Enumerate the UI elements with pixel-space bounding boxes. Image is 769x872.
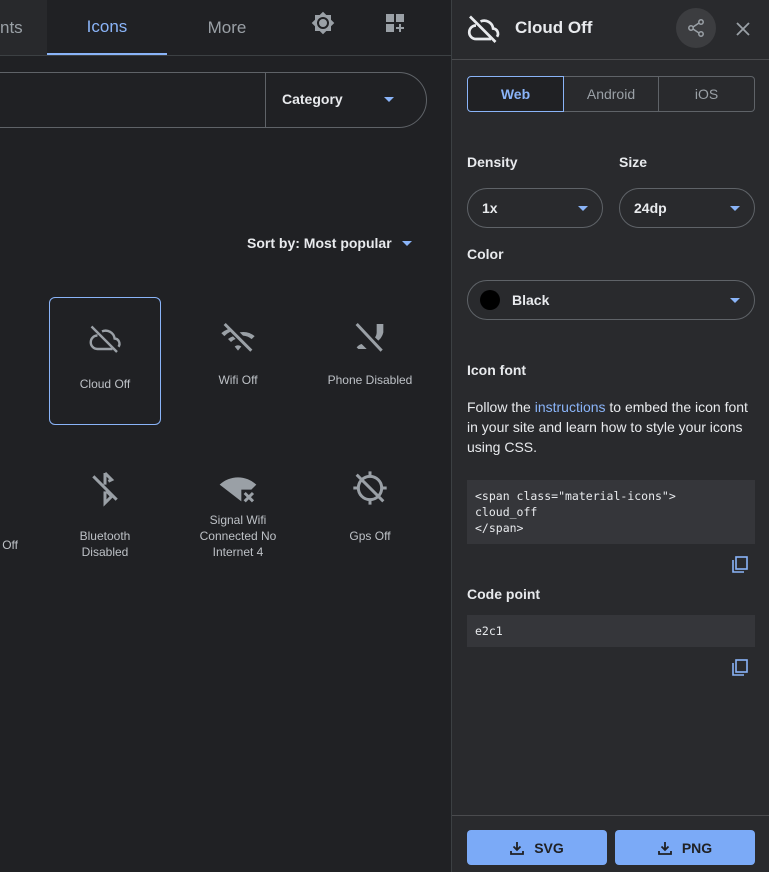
density-select[interactable]: 1x	[467, 188, 603, 228]
gps-off-icon	[353, 471, 387, 505]
icon-tile-wifi-off[interactable]: Wifi Off	[182, 297, 294, 388]
cloud-off-icon	[89, 325, 121, 353]
icon-tile-cloud-off[interactable]: Cloud Off	[49, 297, 161, 425]
size-label: Size	[619, 154, 648, 170]
divider	[452, 59, 769, 60]
download-icon	[657, 841, 672, 855]
dashboard-add-icon[interactable]	[384, 12, 406, 34]
tab-label: Web	[500, 86, 531, 102]
tab-label: nts	[0, 17, 23, 37]
search-input[interactable]	[0, 72, 427, 128]
close-icon[interactable]	[735, 21, 751, 37]
tab-more[interactable]: More	[167, 0, 287, 55]
icon-tile-gps-off[interactable]: Gps Off	[314, 468, 426, 544]
icon-label: Wifi Off	[218, 373, 258, 387]
code-snippet: <span class="material-icons"> cloud_off …	[467, 480, 755, 544]
tab-label: More	[207, 17, 247, 37]
tab-web[interactable]: Web	[467, 76, 564, 112]
color-swatch	[480, 290, 500, 310]
size-value: 24dp	[634, 200, 667, 216]
icon-tile-signal-wifi-no-internet[interactable]: Signal Wifi Connected No Internet 4	[182, 468, 294, 560]
icon-font-heading: Icon font	[467, 362, 527, 378]
download-png-button[interactable]: PNG	[615, 830, 755, 865]
icon-font-description: Follow the instructions to embed the ico…	[467, 397, 757, 457]
tab-ios[interactable]: iOS	[659, 76, 755, 112]
wifi-off-icon	[221, 322, 255, 352]
icon-tile-phone-disabled[interactable]: Phone Disabled	[314, 297, 426, 388]
panel-title: Cloud Off	[515, 18, 593, 37]
download-icon	[510, 841, 525, 855]
button-label: SVG	[534, 839, 564, 856]
phone-disabled-icon	[355, 322, 384, 352]
chevron-down-icon	[401, 240, 412, 246]
sort-label: Sort by: Most popular	[247, 235, 392, 251]
divider	[452, 815, 769, 816]
desc-text: Follow the	[467, 399, 535, 415]
tab-fonts[interactable]: nts	[0, 0, 47, 55]
code-point-heading: Code point	[467, 586, 541, 602]
chevron-down-icon	[578, 205, 588, 211]
sort-select[interactable]: Sort by: Most popular	[247, 235, 412, 251]
chevron-down-icon	[730, 297, 740, 303]
color-select[interactable]: Black	[467, 280, 755, 320]
icon-label: Signal Wifi Connected No Internet 4	[199, 513, 277, 559]
icon-label: Cloud Off	[79, 377, 131, 391]
signal-wifi-no-internet-icon	[219, 477, 257, 503]
size-select[interactable]: 24dp	[619, 188, 755, 228]
instructions-link[interactable]: instructions	[535, 399, 606, 415]
density-label: Density	[467, 154, 518, 170]
chevron-down-icon[interactable]	[384, 97, 394, 102]
icon-label: Gps Off	[349, 529, 391, 543]
tab-label: Android	[586, 86, 636, 102]
tab-label: iOS	[694, 86, 719, 102]
icon-label: Phone Disabled	[327, 373, 413, 387]
color-label: Color	[467, 246, 504, 262]
density-value: 1x	[482, 200, 498, 216]
color-value: Black	[512, 292, 550, 308]
icon-detail-panel: Cloud Off Web Android iOS Density Size 1…	[451, 0, 769, 872]
category-select[interactable]: Category	[282, 91, 343, 107]
code-point-value: e2c1	[467, 615, 755, 647]
download-svg-button[interactable]: SVG	[467, 830, 607, 865]
bluetooth-disabled-icon	[92, 471, 118, 507]
tab-label: Icons	[86, 16, 128, 36]
cloud-off-icon	[467, 15, 500, 43]
icon-label: Bluetooth Disabled	[79, 529, 131, 559]
copy-icon[interactable]	[730, 658, 750, 678]
icon-browser: nts Icons More Category Sort by: Most po…	[0, 0, 451, 872]
icon-label: Off	[2, 538, 18, 552]
icon-tile-bluetooth-disabled[interactable]: Bluetooth Disabled	[49, 468, 161, 560]
divider	[0, 55, 451, 56]
divider	[265, 72, 266, 128]
brightness-icon[interactable]	[311, 11, 335, 35]
share-icon	[688, 19, 704, 37]
copy-icon[interactable]	[730, 555, 750, 575]
tab-icons[interactable]: Icons	[47, 0, 167, 55]
share-button[interactable]	[676, 8, 716, 48]
tab-android[interactable]: Android	[564, 76, 659, 112]
button-label: PNG	[681, 839, 713, 856]
chevron-down-icon	[730, 205, 740, 211]
